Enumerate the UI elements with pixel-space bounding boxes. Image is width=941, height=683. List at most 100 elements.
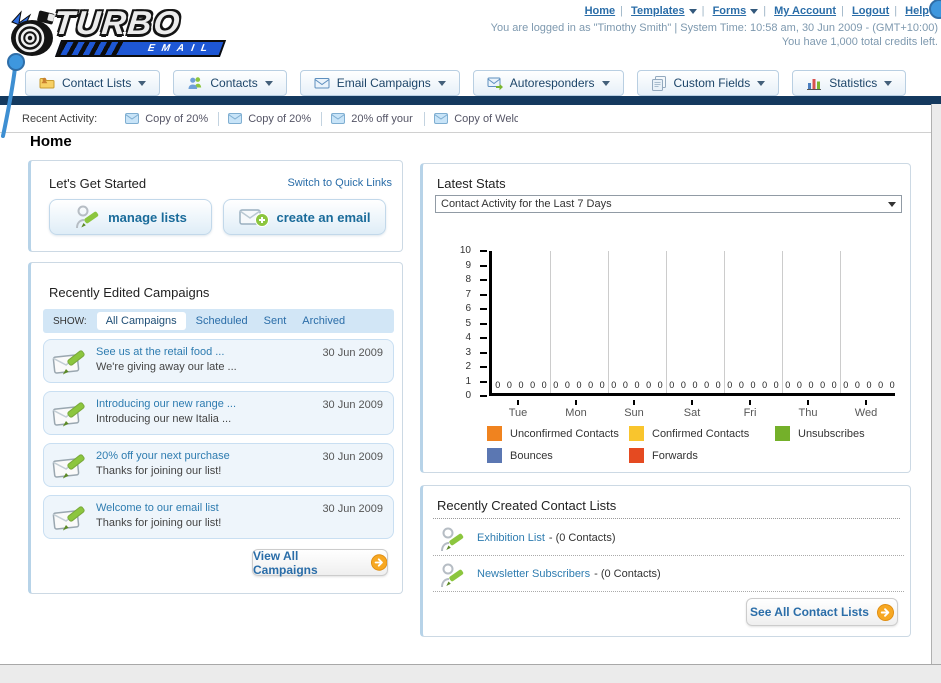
y-axis-tick-mark <box>480 250 487 252</box>
y-axis-tick-label: 6 <box>465 303 471 314</box>
legend-label: Unsubscribes <box>798 427 865 440</box>
contact-lists-title: Recently Created Contact Lists <box>437 498 617 513</box>
data-value-label: 0 <box>878 380 884 390</box>
contact-list-item[interactable]: Exhibition List - (0 Contacts) <box>433 522 904 556</box>
tab-contacts[interactable]: Contacts <box>173 70 287 96</box>
recent-activity-text: Copy of 20% off yo <box>248 112 312 125</box>
filter-scheduled[interactable]: Scheduled <box>196 315 248 327</box>
view-all-campaigns-button[interactable]: View All Campaigns <box>252 549 388 577</box>
tab-statistics[interactable]: Statistics <box>792 70 907 96</box>
divider <box>321 111 323 126</box>
tab-autoresponders[interactable]: Autoresponders <box>472 70 624 96</box>
data-value-label: 0 <box>576 380 582 390</box>
header: TURBO EMAIL Home | Templates | Forms | My A… <box>0 0 941 68</box>
scrollbar-track[interactable] <box>931 104 941 664</box>
recent-activity-item[interactable]: Copy of 20% off yo <box>228 113 312 125</box>
day-gridline <box>666 251 667 393</box>
legend-label: Unconfirmed Contacts <box>510 427 619 440</box>
annotation-pin-icon <box>1 53 25 138</box>
contact-list-text: Exhibition List - (0 Contacts) <box>477 532 616 544</box>
logo-wordmark-email: EMAIL <box>145 43 217 54</box>
campaign-subtitle: We're giving away our late ... <box>96 361 237 373</box>
day-gridline <box>608 251 609 393</box>
campaign-title-link[interactable]: Introducing our new range ... <box>96 398 236 410</box>
tab-contact-lists[interactable]: Contact Lists <box>25 70 161 96</box>
day-gridline <box>782 251 783 393</box>
contact-list-item[interactable]: Newsletter Subscribers - (0 Contacts) <box>433 558 904 592</box>
filter-all-campaigns[interactable]: All Campaigns <box>96 312 186 330</box>
data-value-label: 0 <box>808 380 814 390</box>
envelope-icon <box>314 78 330 89</box>
see-all-contact-lists-button[interactable]: See All Contact Lists <box>746 598 898 626</box>
y-axis-tick-label: 0 <box>465 390 471 401</box>
stats-dropdown-value: Contact Activity for the Last 7 Days <box>441 198 612 210</box>
turbo-email-dashboard: TURBO EMAIL Home | Templates | Forms | My A… <box>0 0 941 683</box>
nav-link-forms[interactable]: Forms <box>713 5 747 17</box>
recent-activity-item[interactable]: Copy of 20% off yo <box>125 113 209 125</box>
envelope-pencil-icon <box>52 506 85 531</box>
x-axis-tick-mark <box>691 400 693 405</box>
x-axis-day-label: Sat <box>683 407 701 419</box>
lets-get-started-panel: Let's Get Started Switch to Quick Links … <box>28 160 403 252</box>
arrow-right-circle-icon <box>876 603 894 621</box>
tab-label: Contacts <box>210 76 258 90</box>
recently-created-contact-lists-panel: Recently Created Contact Lists Exhibitio… <box>420 485 911 637</box>
campaign-title-link[interactable]: Welcome to our email list <box>96 502 219 514</box>
envelope-icon <box>125 113 140 124</box>
nav-link-help[interactable]: Help <box>905 5 929 17</box>
y-axis-tick-label: 10 <box>459 245 471 256</box>
recent-activity-item[interactable]: Copy of Welcome to <box>434 113 518 125</box>
contact-list-link[interactable]: Newsletter Subscribers <box>477 568 590 580</box>
campaign-row[interactable]: See us at the retail food ... We're givi… <box>43 339 394 383</box>
y-axis-tick-mark <box>480 351 487 354</box>
manage-lists-button[interactable]: manage lists <box>49 199 212 235</box>
y-axis-tick-mark <box>480 322 487 325</box>
campaign-row[interactable]: Introducing our new range ... Introducin… <box>43 391 394 435</box>
switch-to-quick-links[interactable]: Switch to Quick Links <box>287 177 392 189</box>
recent-activity-bar: Recent Activity: Copy of 20% off yo Copy… <box>0 105 931 133</box>
chevron-down-icon <box>437 80 446 86</box>
data-value-label: 0 <box>750 380 756 390</box>
filter-sent[interactable]: Sent <box>264 315 287 327</box>
y-axis-tick-label: 8 <box>465 274 471 285</box>
campaign-date: 30 Jun 2009 <box>322 451 383 463</box>
tab-label: Contact Lists <box>62 76 132 90</box>
tab-email-campaigns[interactable]: Email Campaigns <box>299 70 460 96</box>
navy-divider-bar <box>0 96 941 105</box>
data-value-label: 0 <box>588 380 594 390</box>
campaign-title-link[interactable]: 20% off your next purchase <box>96 450 230 462</box>
data-value-label: 0 <box>762 380 768 390</box>
chevron-down-icon <box>884 80 893 86</box>
tab-label: Autoresponders <box>509 76 595 90</box>
create-an-email-button[interactable]: create an email <box>223 199 386 235</box>
stats-dropdown[interactable]: Contact Activity for the Last 7 Days <box>435 195 902 213</box>
campaign-title-link[interactable]: See us at the retail food ... <box>96 346 224 358</box>
contact-list-text: Newsletter Subscribers - (0 Contacts) <box>477 568 661 580</box>
show-label: SHOW: <box>53 315 87 327</box>
x-axis-day-label: Sun <box>624 407 644 419</box>
nav-separator: | <box>620 5 623 17</box>
data-value-label: 0 <box>820 380 826 390</box>
data-value-label: 0 <box>889 380 895 390</box>
contact-list-link[interactable]: Exhibition List <box>477 532 545 544</box>
tab-custom-fields[interactable]: Custom Fields <box>636 70 780 96</box>
nav-separator: | <box>841 5 844 17</box>
y-axis-tick-mark <box>480 279 487 281</box>
filter-archived[interactable]: Archived <box>302 315 345 327</box>
x-axis-tick-mark <box>749 400 751 405</box>
nav-link-logout[interactable]: Logout <box>852 5 889 17</box>
data-value-label: 0 <box>541 380 547 390</box>
legend-swatch <box>487 426 502 441</box>
nav-link-home[interactable]: Home <box>585 5 616 17</box>
nav-link-templates[interactable]: Templates <box>631 5 685 17</box>
top-nav: Home | Templates | Forms | My Account | Logo… <box>585 5 929 17</box>
campaign-subtitle: Thanks for joining our list! <box>96 465 222 477</box>
data-value-label: 0 <box>704 380 710 390</box>
arrow-right-circle-icon <box>370 554 387 571</box>
recent-activity-item[interactable]: 20% off your next p <box>331 113 415 125</box>
nav-link-my-account[interactable]: My Account <box>774 5 836 17</box>
campaign-row[interactable]: Welcome to our email list Thanks for joi… <box>43 495 394 539</box>
campaign-row[interactable]: 20% off your next purchase Thanks for jo… <box>43 443 394 487</box>
data-value-label: 0 <box>692 380 698 390</box>
data-value-label: 0 <box>553 380 559 390</box>
